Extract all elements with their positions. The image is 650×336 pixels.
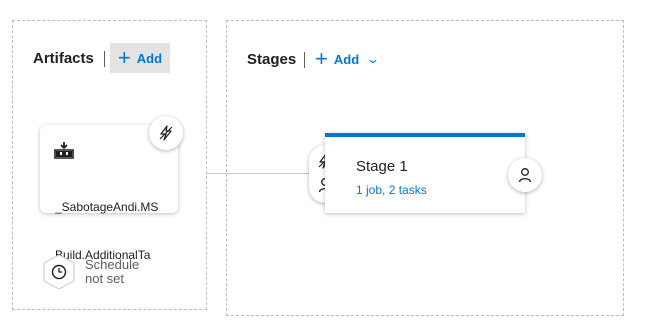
schedule-line2: not set (85, 271, 125, 286)
continuous-deployment-trigger-button[interactable] (149, 116, 183, 150)
add-stage-label: Add (333, 51, 360, 67)
artifact-name-line1: _SabotageAndi.MS (55, 200, 159, 214)
plus-icon: + (117, 45, 131, 70)
person-icon (517, 167, 533, 183)
pipeline-connector (207, 173, 309, 174)
build-pipeline-icon (54, 141, 74, 159)
stage-card[interactable]: Stage 1 1 job, 2 tasks (325, 133, 525, 213)
stage-tasks-link[interactable]: 1 job, 2 tasks (356, 183, 427, 197)
stage-name[interactable]: Stage 1 (356, 158, 408, 175)
artifacts-title: Artifacts (33, 50, 94, 67)
name-fade (158, 183, 178, 199)
plus-icon: + (315, 46, 328, 71)
schedule-line1: Schedule (85, 257, 140, 272)
post-deployment-conditions-button[interactable] (508, 158, 542, 192)
schedule-status: Schedule not set (85, 258, 139, 286)
schedule-button[interactable] (42, 254, 76, 290)
add-artifact-label: Add (136, 50, 163, 66)
artifacts-separator (104, 51, 105, 67)
stages-separator (304, 52, 305, 68)
add-artifact-button[interactable]: + Add (110, 43, 170, 73)
lightning-icon (158, 125, 174, 141)
stages-title: Stages (247, 51, 297, 68)
add-stage-button[interactable]: + Add ⌄ (315, 45, 381, 73)
chevron-down-icon: ⌄ (366, 52, 381, 66)
